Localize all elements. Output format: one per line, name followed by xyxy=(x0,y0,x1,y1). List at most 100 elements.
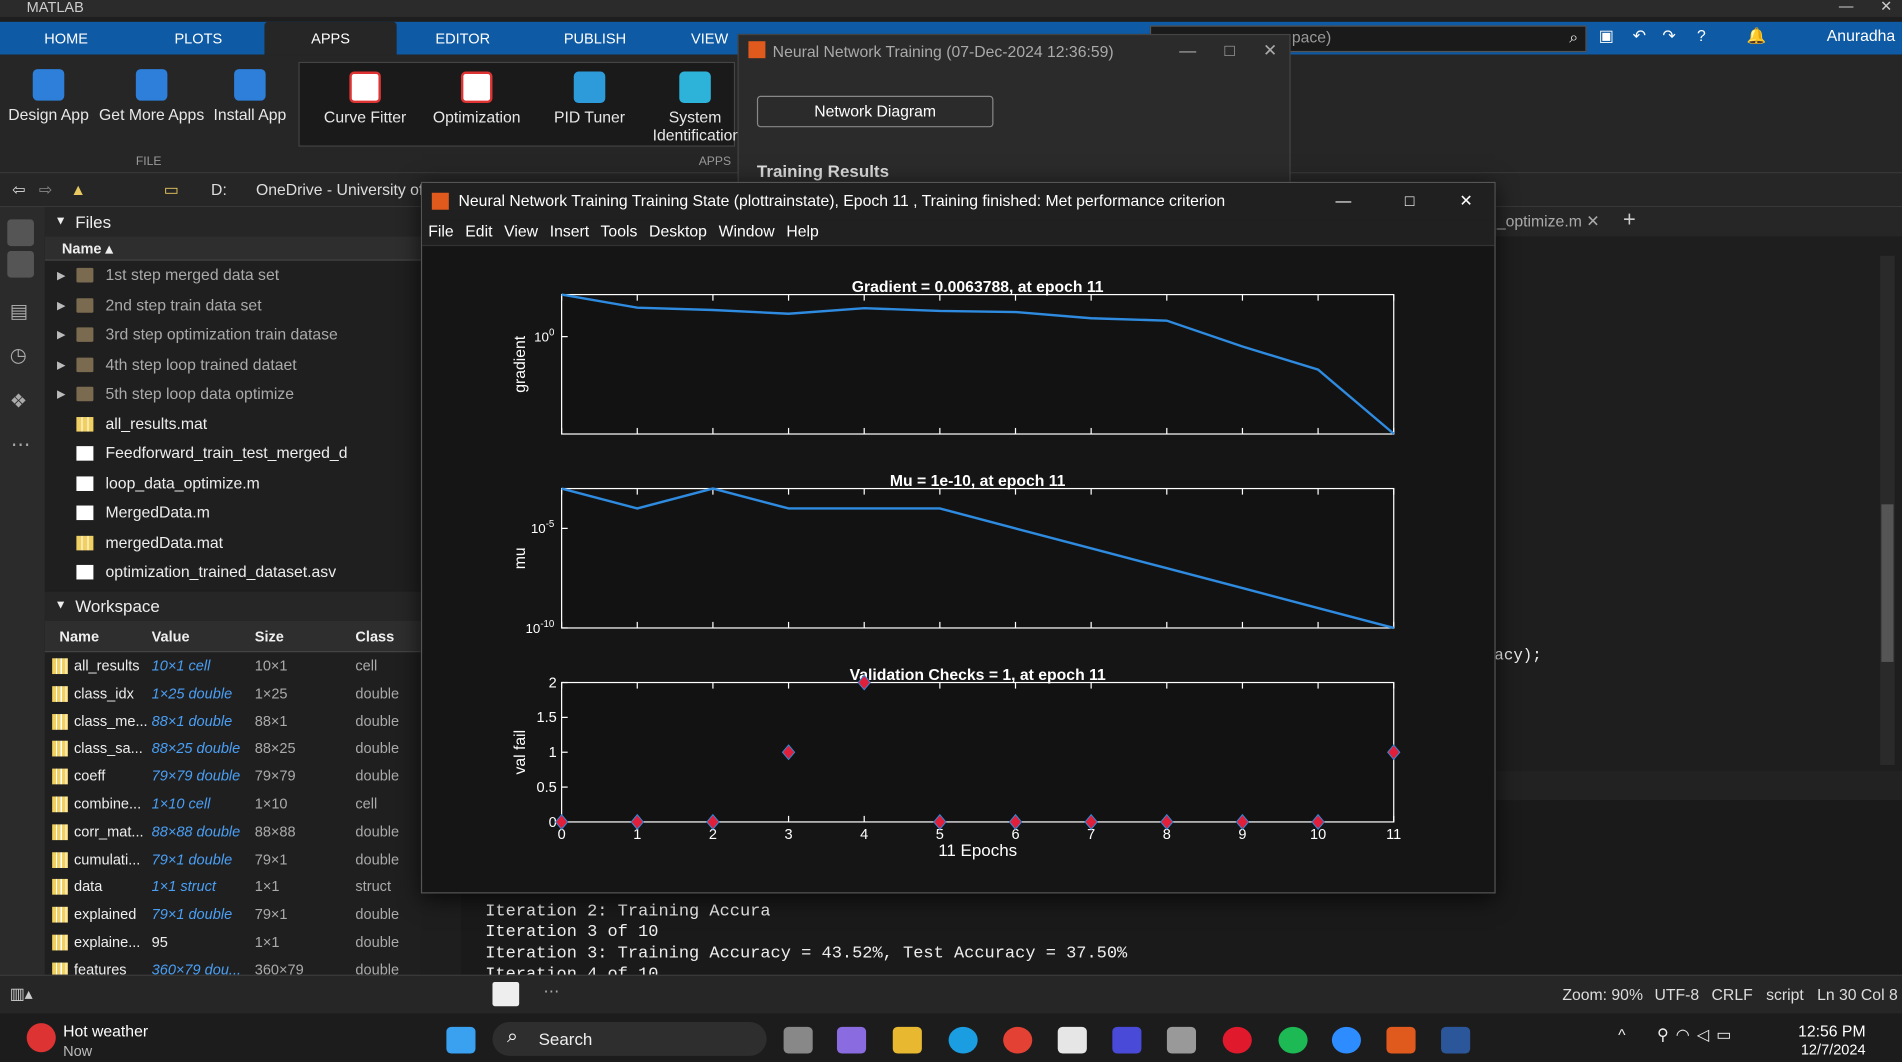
workspace-row[interactable]: coeff 79×79 double 79×79 double xyxy=(45,763,421,791)
clock-time[interactable]: 12:56 PM xyxy=(1798,1022,1866,1040)
opera-icon[interactable] xyxy=(1222,1026,1252,1054)
file-item[interactable]: ▶ 2nd step train data set xyxy=(45,290,421,320)
layout-icon[interactable]: ▥▴ xyxy=(10,984,33,1003)
workspace-row[interactable]: all_results 10×1 cell 10×1 cell xyxy=(45,652,421,680)
path-folder[interactable]: OneDrive - University of xyxy=(256,181,423,199)
cmd-icon[interactable] xyxy=(492,981,520,1007)
addons-icon[interactable]: ❖ xyxy=(10,389,27,413)
file-item[interactable]: optimization_trained_dataset.asv xyxy=(45,558,421,588)
menu-window[interactable]: Window xyxy=(719,222,775,240)
network-diagram-button[interactable]: Network Diagram xyxy=(756,95,994,128)
tray-icons[interactable]: ⚲◠◁▭ xyxy=(1657,1026,1738,1045)
app-icon[interactable] xyxy=(1166,1026,1197,1054)
editor-area[interactable]: _optimize.m ✕ + acy); xyxy=(1494,207,1902,772)
editor-tab[interactable]: _optimize.m ✕ xyxy=(1497,212,1600,231)
file-item[interactable]: ▶ 1st step merged data set xyxy=(45,261,421,291)
menu-view[interactable]: View xyxy=(504,222,538,240)
minimize-icon[interactable]: — xyxy=(1336,183,1352,219)
clock-date[interactable]: 12/7/2024 xyxy=(1798,1041,1866,1058)
weather-icon[interactable] xyxy=(26,1023,56,1053)
tab-apps[interactable]: APPS xyxy=(264,21,397,55)
chrome-icon[interactable] xyxy=(1003,1026,1033,1054)
tab-plots[interactable]: PLOTS xyxy=(132,22,264,55)
folder-up-icon[interactable]: ▲ xyxy=(70,181,86,199)
menu-tools[interactable]: Tools xyxy=(601,222,638,240)
expand-icon[interactable]: ▶ xyxy=(57,320,65,350)
close-icon[interactable]: ✕ xyxy=(1880,0,1892,15)
nn-window-controls[interactable]: — □ ✕ xyxy=(1179,40,1277,61)
user-name[interactable]: Anuradha xyxy=(1827,27,1895,45)
file-item[interactable]: mergedData.mat xyxy=(45,528,421,558)
zoom-icon[interactable] xyxy=(1331,1026,1361,1054)
forward-icon[interactable]: ⇨ xyxy=(39,181,52,200)
tab-home[interactable]: HOME xyxy=(0,22,132,55)
workspace-row[interactable]: explaine... 95 1×1 double xyxy=(45,929,421,957)
workspace-row[interactable]: data 1×1 struct 1×1 struct xyxy=(45,873,421,901)
more-icon[interactable]: ⋯ xyxy=(543,982,559,1001)
edge-icon[interactable] xyxy=(948,1026,978,1054)
install-app-button[interactable]: Install App xyxy=(209,69,291,124)
workspace-panel-header[interactable]: ▼ Workspace xyxy=(44,591,421,621)
task-view-icon[interactable] xyxy=(783,1026,813,1054)
save-icon[interactable]: ▣ xyxy=(1599,27,1614,45)
editor-scrollbar[interactable] xyxy=(1880,255,1895,765)
redo-icon[interactable]: ↷ xyxy=(1662,27,1675,45)
file-item[interactable]: ▶ 3rd step optimization train datase xyxy=(45,320,421,350)
workspace-row[interactable]: explained 79×1 double 79×1 double xyxy=(45,901,421,929)
tab-publish[interactable]: PUBLISH xyxy=(529,22,661,55)
undo-icon[interactable]: ↶ xyxy=(1633,27,1646,45)
help-icon[interactable]: ? xyxy=(1697,27,1706,45)
menu-edit[interactable]: Edit xyxy=(465,222,492,240)
workspace-row[interactable]: class_sa... 88×25 double 88×25 double xyxy=(45,735,421,763)
system-identification-button[interactable]: System Identification xyxy=(653,71,738,144)
file-item[interactable]: ▶ 5th step loop data optimize xyxy=(45,379,421,409)
spotify-icon[interactable] xyxy=(1278,1026,1308,1054)
expand-icon[interactable]: ▶ xyxy=(57,350,65,380)
workspace-row[interactable]: corr_mat... 88×88 double 88×88 double xyxy=(45,818,421,846)
file-item[interactable]: ▶ 4th step loop trained dataet xyxy=(45,350,421,380)
workspace-row[interactable]: class_me... 88×1 double 88×1 double xyxy=(45,707,421,735)
file-item[interactable]: MergedData.m xyxy=(45,498,421,528)
matlab-icon[interactable] xyxy=(1386,1026,1416,1054)
files-column-name[interactable]: Name ▴ xyxy=(44,236,421,261)
maximize-icon[interactable]: □ xyxy=(1405,183,1415,219)
workspace-row[interactable]: combine... 1×10 cell 1×10 cell xyxy=(45,790,421,818)
plot-window-titlebar[interactable]: Neural Network Training Training State (… xyxy=(422,183,1495,220)
close-icon[interactable]: ✕ xyxy=(1459,183,1472,219)
optimization-button[interactable]: Optimization xyxy=(427,71,526,126)
history-icon[interactable]: ◷ xyxy=(10,343,27,367)
store-icon[interactable] xyxy=(1057,1026,1087,1054)
curve-fitter-button[interactable]: Curve Fitter xyxy=(318,71,413,126)
bell-icon[interactable]: 🔔 xyxy=(1747,27,1767,45)
chevron-up-icon[interactable]: ^ xyxy=(1618,1026,1625,1044)
minimize-icon[interactable]: — xyxy=(1839,0,1854,15)
back-icon[interactable]: ⇦ xyxy=(12,181,25,200)
path-drive[interactable]: D: xyxy=(211,181,227,199)
menu-file[interactable]: File xyxy=(428,222,453,240)
expand-icon[interactable]: ▶ xyxy=(57,290,65,320)
menu-desktop[interactable]: Desktop xyxy=(649,222,707,240)
workspace-panel-icon[interactable] xyxy=(7,250,34,278)
taskbar-search[interactable]: ⌕ Search xyxy=(492,1021,767,1056)
ws-col-name[interactable]: Name xyxy=(45,621,147,651)
file-item[interactable]: Feedforward_train_test_merged_d xyxy=(45,439,421,469)
file-item[interactable]: loop_data_optimize.m xyxy=(45,469,421,499)
copilot-icon[interactable] xyxy=(836,1026,867,1054)
file-explorer-icon[interactable] xyxy=(892,1026,922,1054)
files-panel-header[interactable]: ▼ Files xyxy=(44,207,421,237)
ws-col-size[interactable]: Size xyxy=(250,621,353,651)
tab-editor[interactable]: EDITOR xyxy=(397,22,529,55)
workspace-row[interactable]: cumulati... 79×1 double 79×1 double xyxy=(45,846,421,874)
expand-icon[interactable]: ▶ xyxy=(57,379,65,409)
pid-tuner-button[interactable]: PID Tuner xyxy=(543,71,635,126)
ws-col-class[interactable]: Class xyxy=(353,621,421,651)
design-app-button[interactable]: Design App xyxy=(7,69,89,124)
windows-start-icon[interactable] xyxy=(446,1026,476,1054)
more-icon[interactable]: ⋯ xyxy=(11,433,30,457)
file-item[interactable]: all_results.mat xyxy=(45,409,421,439)
menu-help[interactable]: Help xyxy=(786,222,818,240)
menu-insert[interactable]: Insert xyxy=(550,222,589,240)
add-tab-icon[interactable]: + xyxy=(1623,207,1636,232)
files-panel-icon[interactable] xyxy=(7,219,34,247)
expand-icon[interactable]: ▶ xyxy=(57,261,65,291)
